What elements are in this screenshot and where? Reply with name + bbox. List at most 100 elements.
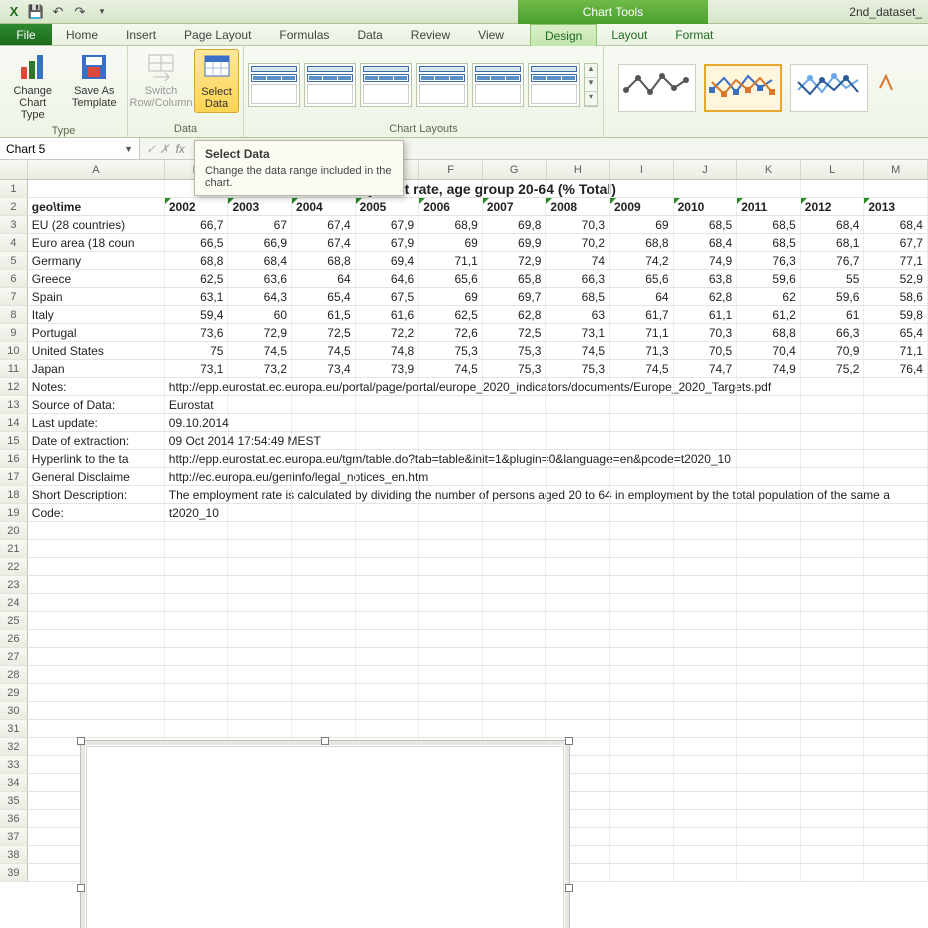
data-cell[interactable]: 77,1 <box>864 252 928 269</box>
cell[interactable] <box>737 432 801 449</box>
redo-icon[interactable]: ↷ <box>70 2 90 22</box>
data-cell[interactable]: 73,1 <box>546 324 610 341</box>
cell[interactable] <box>674 396 738 413</box>
cell[interactable] <box>28 666 165 683</box>
row-header[interactable]: 32 <box>0 738 28 755</box>
cell[interactable] <box>356 396 420 413</box>
data-cell[interactable]: 67,9 <box>356 216 420 233</box>
row-header[interactable]: 23 <box>0 576 28 593</box>
cell[interactable] <box>547 180 611 197</box>
cell[interactable] <box>737 828 801 845</box>
cell[interactable] <box>801 576 865 593</box>
country-name[interactable]: Japan <box>28 360 165 377</box>
footer-label[interactable]: Code: <box>28 504 165 521</box>
cell[interactable] <box>419 468 483 485</box>
cell[interactable] <box>292 468 356 485</box>
footer-value[interactable]: Eurostat <box>165 396 229 413</box>
data-cell[interactable]: 64 <box>292 270 356 287</box>
row-header[interactable]: 31 <box>0 720 28 737</box>
cell[interactable] <box>801 864 865 881</box>
data-cell[interactable]: 66,5 <box>165 234 229 251</box>
data-cell[interactable]: 73,1 <box>165 360 229 377</box>
data-cell[interactable]: 74,2 <box>610 252 674 269</box>
cell[interactable] <box>356 576 420 593</box>
cell[interactable] <box>292 414 356 431</box>
cell[interactable] <box>801 450 865 467</box>
cell[interactable] <box>864 774 928 791</box>
data-cell[interactable]: 68,5 <box>737 216 801 233</box>
data-cell[interactable]: 61,1 <box>674 306 738 323</box>
data-cell[interactable]: 65,6 <box>610 270 674 287</box>
cell[interactable] <box>292 450 356 467</box>
cell[interactable] <box>292 432 356 449</box>
data-cell[interactable]: 67 <box>228 216 292 233</box>
row-header[interactable]: 6 <box>0 270 28 287</box>
cell[interactable] <box>419 540 483 557</box>
cell[interactable] <box>801 738 865 755</box>
row-header[interactable]: 18 <box>0 486 28 503</box>
data-cell[interactable]: 74,9 <box>737 360 801 377</box>
data-cell[interactable]: 69 <box>419 234 483 251</box>
cell[interactable] <box>292 522 356 539</box>
chart-layout-3[interactable] <box>360 63 412 107</box>
data-cell[interactable]: 74,7 <box>674 360 738 377</box>
row-header[interactable]: 16 <box>0 450 28 467</box>
cell[interactable] <box>737 558 801 575</box>
cell[interactable] <box>419 486 483 503</box>
tab-file[interactable]: File <box>0 24 52 45</box>
data-cell[interactable]: 75 <box>165 342 229 359</box>
tab-page-layout[interactable]: Page Layout <box>170 24 265 45</box>
cell[interactable] <box>483 468 547 485</box>
data-cell[interactable]: 59,4 <box>165 306 229 323</box>
cell[interactable] <box>801 612 865 629</box>
cell[interactable] <box>674 648 738 665</box>
data-cell[interactable]: 76,7 <box>801 252 865 269</box>
row-header[interactable]: 29 <box>0 684 28 701</box>
data-cell[interactable]: 62,5 <box>419 306 483 323</box>
cell[interactable] <box>674 432 738 449</box>
cell[interactable] <box>165 702 229 719</box>
data-cell[interactable]: 74,5 <box>610 360 674 377</box>
cell[interactable] <box>292 612 356 629</box>
row-header[interactable]: 35 <box>0 792 28 809</box>
cell[interactable] <box>610 594 674 611</box>
data-cell[interactable]: 76,4 <box>864 360 928 377</box>
cell[interactable] <box>28 720 165 737</box>
cell[interactable] <box>801 468 865 485</box>
cell[interactable] <box>28 684 165 701</box>
cell[interactable] <box>28 558 165 575</box>
cell[interactable] <box>864 378 928 395</box>
cell[interactable] <box>419 630 483 647</box>
worksheet-grid[interactable]: ABCDEFGHIJKLM 1byment rate, age group 20… <box>0 160 928 928</box>
data-cell[interactable]: 67,4 <box>292 216 356 233</box>
row-header[interactable]: 7 <box>0 288 28 305</box>
data-cell[interactable]: 55 <box>801 270 865 287</box>
cell[interactable] <box>356 522 420 539</box>
row-header[interactable]: 4 <box>0 234 28 251</box>
data-cell[interactable]: 68,4 <box>864 216 928 233</box>
cell[interactable] <box>674 738 738 755</box>
cell[interactable] <box>292 504 356 521</box>
cell[interactable] <box>610 378 674 395</box>
chart-layout-2[interactable] <box>304 63 356 107</box>
row-header[interactable]: 34 <box>0 774 28 791</box>
data-cell[interactable]: 69 <box>610 216 674 233</box>
tab-review[interactable]: Review <box>397 24 464 45</box>
cell[interactable] <box>610 774 674 791</box>
data-cell[interactable]: 75,3 <box>483 360 547 377</box>
cell[interactable] <box>864 450 928 467</box>
cell[interactable] <box>419 558 483 575</box>
cell[interactable] <box>546 612 610 629</box>
cell[interactable] <box>737 540 801 557</box>
data-cell[interactable]: 65,8 <box>483 270 547 287</box>
header-year[interactable]: 2003 <box>228 198 292 215</box>
cell[interactable] <box>292 684 356 701</box>
cell[interactable] <box>483 378 547 395</box>
cell[interactable] <box>737 450 801 467</box>
cell[interactable] <box>165 558 229 575</box>
cell[interactable] <box>610 504 674 521</box>
save-as-template-button[interactable]: Save As Template <box>66 49 124 111</box>
cell[interactable] <box>737 378 801 395</box>
footer-label[interactable]: Hyperlink to the ta <box>28 450 165 467</box>
cell[interactable] <box>28 594 165 611</box>
